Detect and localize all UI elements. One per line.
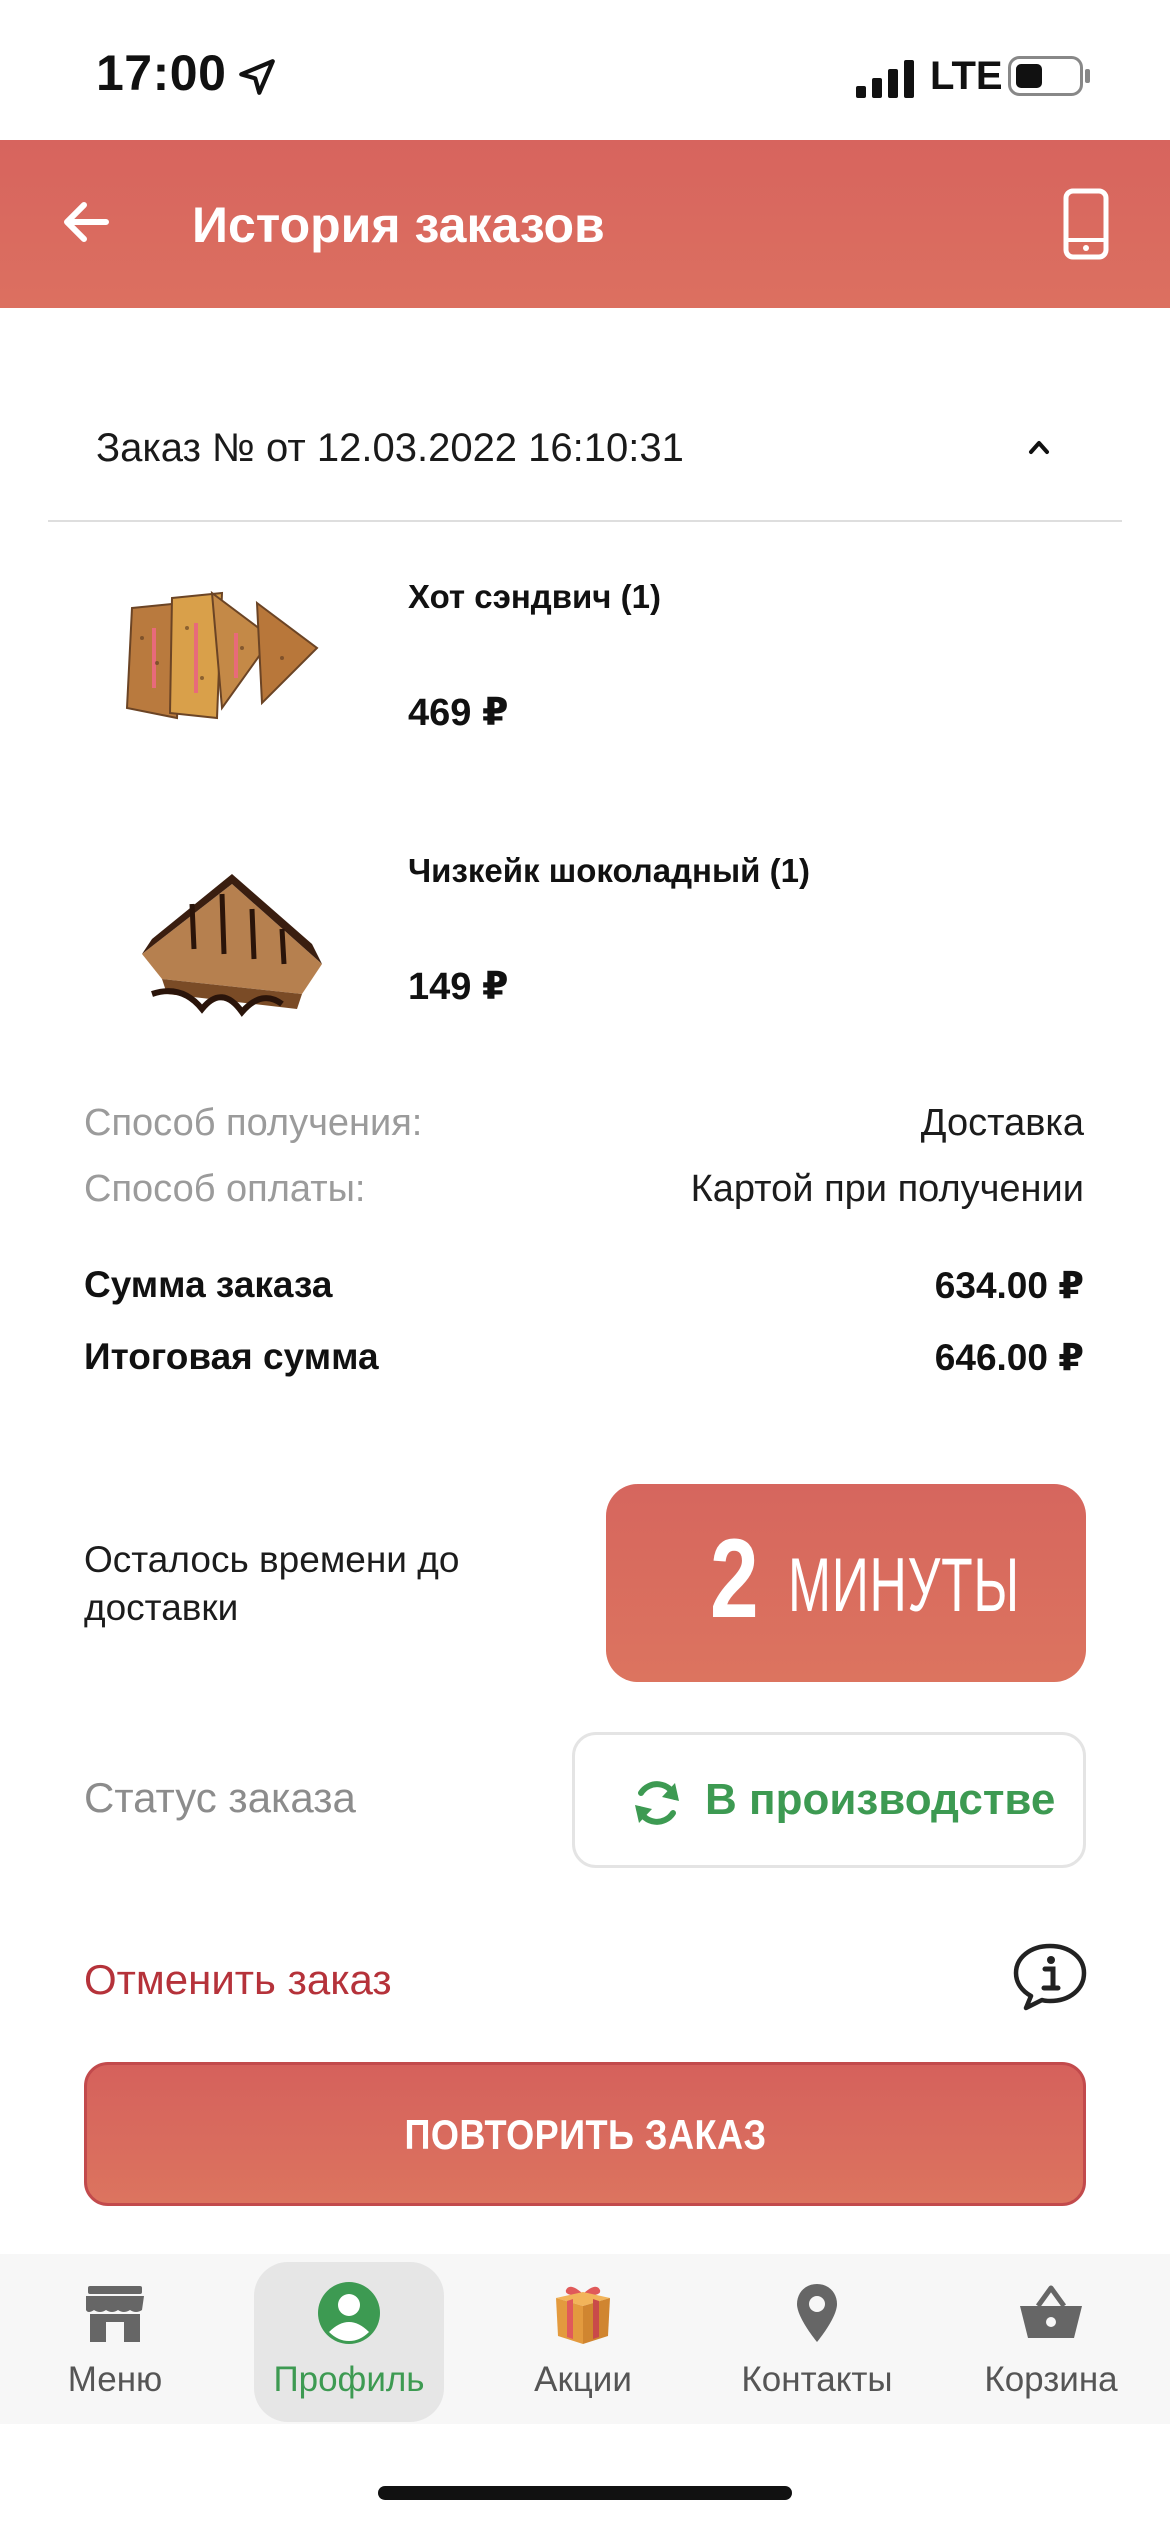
gift-icon bbox=[556, 2286, 610, 2344]
sandwich-image bbox=[125, 590, 319, 720]
item-name: Чизкейк шоколадный (1) bbox=[408, 852, 810, 889]
tab-label: Корзина bbox=[984, 2360, 1118, 2399]
status-bar: 17:00 LTE bbox=[0, 0, 1170, 140]
tab-label: Профиль bbox=[273, 2360, 425, 2399]
order-header[interactable]: Заказ № от 12.03.2022 16:10:31 bbox=[48, 392, 1122, 522]
order-status-badge: В производстве bbox=[572, 1732, 1086, 1868]
tab-bar: Меню Профиль Акции Контакты Корзина bbox=[0, 2254, 1170, 2424]
order-sum-label: Сумма заказа bbox=[84, 1264, 333, 1305]
tab-label: Акции bbox=[534, 2360, 632, 2399]
receive-method-label: Способ получения: bbox=[84, 1102, 423, 1144]
tab-promotions[interactable]: Акции bbox=[488, 2254, 678, 2422]
order-sum-value: 634.00 ₽ bbox=[934, 1265, 1084, 1306]
order-total-value: 646.00 ₽ bbox=[934, 1337, 1084, 1378]
tab-contacts[interactable]: Контакты bbox=[722, 2254, 912, 2422]
signal-icon bbox=[856, 60, 914, 98]
home-indicator bbox=[378, 2486, 792, 2500]
item-name: Хот сэндвич (1) bbox=[408, 578, 661, 615]
store-icon bbox=[86, 2286, 144, 2342]
list-item: Хот сэндвич (1) 469 ₽ bbox=[0, 548, 1170, 798]
network-type: LTE bbox=[930, 54, 1003, 98]
order-sum-row: Сумма заказа 634.00 ₽ bbox=[84, 1264, 1084, 1320]
order-status-value: В производстве bbox=[705, 1775, 1056, 1824]
tab-profile[interactable]: Профиль bbox=[254, 2254, 444, 2422]
payment-method-label: Способ оплаты: bbox=[84, 1168, 366, 1210]
order-total-label: Итоговая сумма bbox=[84, 1336, 379, 1377]
app-header: История заказов bbox=[0, 140, 1170, 308]
basket-icon bbox=[1020, 2285, 1082, 2338]
receive-method-row: Способ получения: Доставка bbox=[84, 1102, 1084, 1158]
delivery-time-label: Осталось времени до доставки bbox=[84, 1539, 460, 1628]
cheesecake-image bbox=[142, 874, 322, 1017]
status-time: 17:00 bbox=[96, 45, 227, 101]
tab-label: Контакты bbox=[741, 2360, 893, 2399]
order-status-label: Статус заказа bbox=[84, 1774, 356, 1821]
delivery-minutes-number: 2 bbox=[710, 1516, 759, 1641]
chevron-up-icon[interactable] bbox=[1024, 432, 1054, 462]
location-arrow-icon bbox=[239, 59, 275, 95]
payment-method-value: Картой при получении bbox=[690, 1168, 1084, 1210]
page-title: История заказов bbox=[192, 197, 605, 253]
repeat-order-button[interactable]: ПОВТОРИТЬ ЗАКАЗ bbox=[84, 2062, 1086, 2206]
battery-icon bbox=[1008, 56, 1090, 96]
profile-icon bbox=[318, 2282, 380, 2344]
item-price: 149 ₽ bbox=[408, 966, 509, 1008]
refresh-icon bbox=[635, 1781, 679, 1825]
repeat-order-label: ПОВТОРИТЬ ЗАКАЗ bbox=[403, 2111, 767, 2158]
phone-icon[interactable] bbox=[1062, 188, 1110, 260]
info-icon[interactable] bbox=[1010, 1940, 1090, 2012]
payment-method-row: Способ оплаты: Картой при получении bbox=[84, 1168, 1084, 1224]
item-price: 469 ₽ bbox=[408, 692, 509, 734]
delivery-minutes-unit: МИНУТЫ bbox=[788, 1543, 1020, 1628]
order-total-row: Итоговая сумма 646.00 ₽ bbox=[84, 1336, 1084, 1392]
cancel-order-link[interactable]: Отменить заказ bbox=[84, 1956, 392, 2004]
list-item: Чизкейк шоколадный (1) 149 ₽ bbox=[0, 822, 1170, 1072]
delivery-timer: 2 МИНУТЫ bbox=[606, 1484, 1086, 1682]
tab-menu[interactable]: Меню bbox=[20, 2254, 210, 2422]
tab-label: Меню bbox=[67, 2360, 163, 2399]
location-pin-icon bbox=[797, 2284, 837, 2342]
back-arrow-icon[interactable] bbox=[56, 192, 116, 252]
receive-method-value: Доставка bbox=[920, 1102, 1084, 1144]
order-title: Заказ № от 12.03.2022 16:10:31 bbox=[96, 426, 684, 470]
tab-cart[interactable]: Корзина bbox=[956, 2254, 1146, 2422]
